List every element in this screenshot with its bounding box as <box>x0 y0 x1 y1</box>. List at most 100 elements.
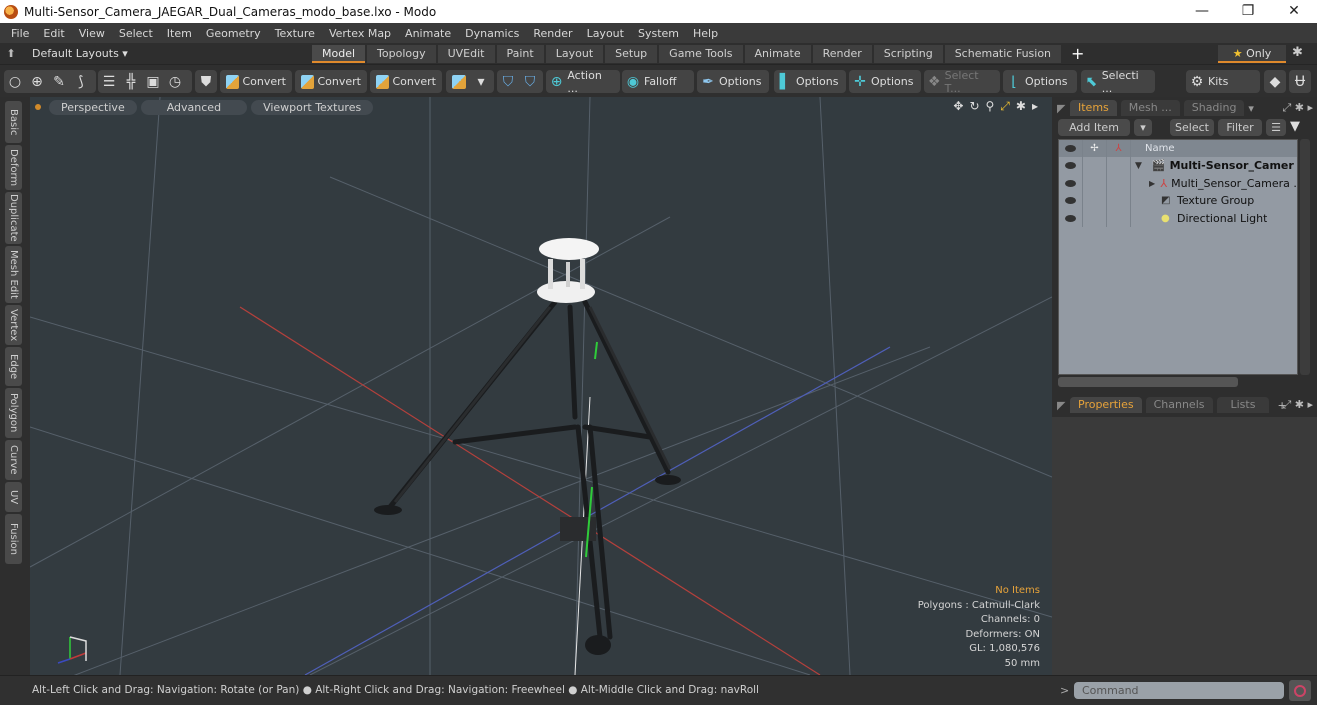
rail-tab-fusion[interactable]: Fusion <box>5 514 22 564</box>
rail-tab-duplicate[interactable]: Duplicate <box>5 192 22 244</box>
options-button-1[interactable]: ✒ Options <box>697 70 769 93</box>
selection-button[interactable]: ⬉ Selecti ... <box>1081 69 1155 95</box>
3d-viewport[interactable]: Perspective Advanced Viewport Textures ✥… <box>30 97 1052 675</box>
viewport-menu-dot[interactable] <box>35 104 41 110</box>
viewport-expand-icon[interactable]: ▸ <box>1032 99 1038 114</box>
tab-render[interactable]: Render <box>812 44 872 63</box>
rail-tab-edge[interactable]: Edge <box>5 347 22 386</box>
square-target-icon[interactable]: ▣ <box>144 73 162 91</box>
tab-layout[interactable]: Layout <box>545 44 604 63</box>
menu-view[interactable]: View <box>72 27 112 40</box>
zoom-icon[interactable]: ⚲ <box>986 99 995 114</box>
item-row[interactable]: ▶ ⅄ Multi_Sensor_Camera ... <box>1059 174 1297 192</box>
menu-texture[interactable]: Texture <box>268 27 322 40</box>
select-t-button[interactable]: ❖ Select T... <box>924 69 1000 95</box>
add-item-button[interactable]: Add Item <box>1058 119 1130 136</box>
default-layouts-dropdown[interactable]: Default Layouts ▾ <box>22 47 312 60</box>
options-button-3[interactable]: ✛ Options <box>849 70 921 93</box>
unreal-button[interactable]: Ʉ <box>1289 70 1311 93</box>
rail-tab-deform[interactable]: Deform <box>5 145 22 190</box>
layout-gear-icon[interactable]: ✱ <box>1292 45 1303 60</box>
tab-items[interactable]: Items <box>1070 100 1117 116</box>
menu-vertex-map[interactable]: Vertex Map <box>322 27 398 40</box>
shape-dropdown[interactable]: ▾ <box>446 70 494 93</box>
view-mode-button[interactable]: Perspective <box>49 99 137 115</box>
rail-tab-vertex[interactable]: Vertex <box>5 305 22 345</box>
menu-item[interactable]: Item <box>160 27 199 40</box>
stack-icon[interactable]: ☰ <box>100 73 118 91</box>
menu-help[interactable]: Help <box>686 27 725 40</box>
action-center-button[interactable]: ⊕ Action ... <box>546 69 620 95</box>
shield-button[interactable]: ⛊ <box>195 70 217 93</box>
menu-dynamics[interactable]: Dynamics <box>458 27 526 40</box>
close-button[interactable]: ✕ <box>1271 0 1317 23</box>
items-horizontal-scrollbar[interactable] <box>1058 377 1238 387</box>
rail-tab-uv[interactable]: UV <box>5 482 22 512</box>
name-column-header[interactable]: Name <box>1131 143 1175 154</box>
expand-icon[interactable]: ▶ <box>1149 179 1160 188</box>
menu-edit[interactable]: Edit <box>36 27 71 40</box>
rail-tab-basic[interactable]: Basic <box>5 101 22 143</box>
shading-mode-button[interactable]: Advanced <box>140 99 248 115</box>
select-button[interactable]: Select <box>1170 119 1214 136</box>
options-button-4[interactable]: ⌊ Options <box>1003 70 1077 93</box>
panel-controls[interactable]: ⤢ ✱ ▸ <box>1282 101 1313 115</box>
tab-mesh[interactable]: Mesh ... <box>1120 100 1180 116</box>
rail-tab-polygon[interactable]: Polygon <box>5 388 22 438</box>
circle-icon[interactable]: ○ <box>6 73 24 91</box>
item-row[interactable]: ● Directional Light <box>1059 209 1297 227</box>
viewport-textures-button[interactable]: Viewport Textures <box>251 99 374 115</box>
options-button-2[interactable]: ▌ Options <box>774 70 846 93</box>
viewport-gear-icon[interactable]: ✱ <box>1016 99 1026 114</box>
menu-file[interactable]: File <box>4 27 36 40</box>
workplane-icon[interactable]: ⛉ <box>521 73 539 91</box>
record-macro-button[interactable] <box>1289 680 1311 701</box>
visibility-toggle[interactable] <box>1059 192 1083 210</box>
panel-controls[interactable]: ⤢ ✱ ▸ <box>1282 398 1313 412</box>
lock-column-icon[interactable]: ✢ <box>1083 140 1107 157</box>
menu-system[interactable]: System <box>631 27 686 40</box>
tab-scripting[interactable]: Scripting <box>873 44 943 63</box>
add-item-dropdown[interactable]: ▾ <box>1134 119 1152 136</box>
convert-button-2[interactable]: Convert <box>295 70 367 93</box>
tab-shading[interactable]: Shading <box>1183 100 1245 116</box>
locator-column-icon[interactable]: ⅄ <box>1107 140 1131 157</box>
minimize-button[interactable]: — <box>1179 0 1225 23</box>
falloff-button[interactable]: ◉ Falloff <box>622 70 694 93</box>
tab-topology[interactable]: Topology <box>367 44 436 63</box>
maximize-icon[interactable]: ⤢ <box>1000 99 1010 114</box>
layout-up-icon[interactable]: ⬆ <box>0 47 22 60</box>
tab-lists[interactable]: Lists <box>1216 397 1270 413</box>
funnel-icon[interactable]: ▼ <box>1290 119 1304 137</box>
sphere-icon[interactable]: ⊕ <box>28 73 46 91</box>
panel-menu-icon[interactable]: ◤ <box>1052 102 1070 115</box>
visibility-column-icon[interactable] <box>1059 140 1083 157</box>
convert-button-3[interactable]: Convert <box>370 70 442 93</box>
timer-icon[interactable]: ◷ <box>166 73 184 91</box>
list-options-icon[interactable]: ☰ <box>1266 119 1286 136</box>
rail-tab-curve[interactable]: Curve <box>5 440 22 480</box>
cross-grid-icon[interactable]: ╬ <box>122 73 140 91</box>
convert-button-1[interactable]: Convert <box>220 70 292 93</box>
tabs-dropdown-icon[interactable]: ▾ <box>1248 102 1254 115</box>
rail-tab-mesh-edit[interactable]: Mesh Edit <box>5 246 22 303</box>
tab-schematic-fusion[interactable]: Schematic Fusion <box>944 44 1062 63</box>
curve-icon[interactable]: ⟆ <box>72 73 90 91</box>
visibility-toggle[interactable] <box>1059 174 1083 192</box>
menu-layout[interactable]: Layout <box>580 27 631 40</box>
menu-select[interactable]: Select <box>112 27 160 40</box>
tab-channels[interactable]: Channels <box>1145 397 1213 413</box>
add-tab-button[interactable]: + <box>1063 44 1092 63</box>
tab-model[interactable]: Model <box>312 44 366 63</box>
kits-button[interactable]: ⚙ Kits <box>1186 70 1260 93</box>
unity-button[interactable]: ◆ <box>1264 70 1286 93</box>
tab-paint[interactable]: Paint <box>496 44 544 63</box>
only-toggle[interactable]: ★ Only <box>1218 45 1286 63</box>
item-row[interactable]: ▼ 🎬 Multi-Sensor_Camer ... <box>1059 157 1297 175</box>
restore-button[interactable]: ❐ <box>1225 0 1271 23</box>
expand-icon[interactable]: ▼ <box>1135 161 1146 171</box>
panel-menu-icon[interactable]: ◤ <box>1052 399 1070 412</box>
menu-render[interactable]: Render <box>526 27 579 40</box>
filter-button[interactable]: Filter <box>1218 119 1262 136</box>
pan-icon[interactable]: ✥ <box>953 99 963 114</box>
